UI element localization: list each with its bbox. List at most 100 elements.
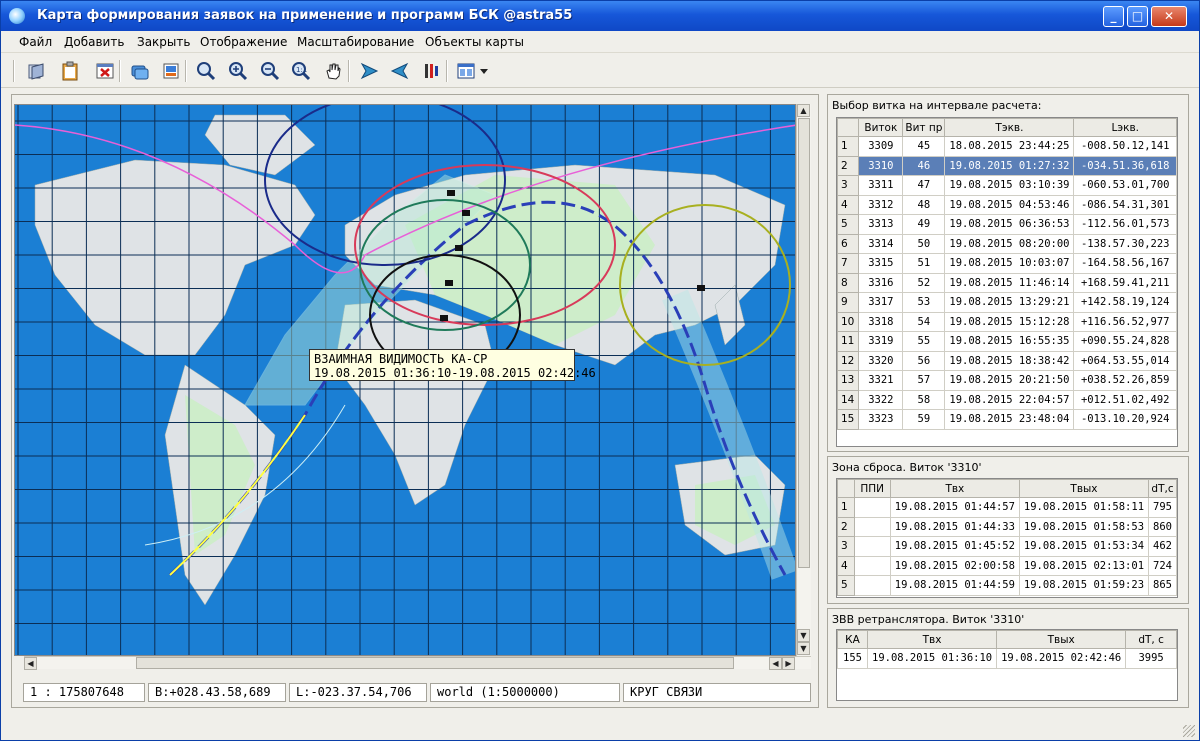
close-button[interactable]: ✕	[1151, 6, 1187, 27]
column-header[interactable]: Lэкв.	[1073, 118, 1177, 137]
clipboard-icon[interactable]	[58, 59, 82, 83]
column-header[interactable]: Виток	[858, 118, 904, 137]
drop-zone-panel: Зона сброса. Виток '3310' ППИ Твх Твых d…	[827, 456, 1189, 604]
horizontal-scroll-thumb[interactable]	[136, 657, 734, 669]
pan-hand-icon[interactable]	[321, 59, 345, 83]
table-row[interactable]: 9 3317 53 19.08.2015 13:29:21 +142.58.19,124	[837, 292, 1177, 313]
column-header[interactable]: Твх	[889, 479, 1020, 498]
layers-icon[interactable]	[128, 59, 152, 83]
table-row[interactable]: 5 3313 49 19.08.2015 06:36:53 -112.56.01,573	[837, 214, 1177, 235]
table-row[interactable]: 2 3310 46 19.08.2015 01:27:32 -034.51.36,618	[837, 155, 1177, 176]
menu-add[interactable]: Добавить	[64, 35, 124, 49]
table-row[interactable]: 1 19.08.2015 01:44:57 19.08.2015 01:58:11 7…	[837, 497, 1177, 518]
table-cell: 3323	[858, 409, 904, 430]
table-cell	[853, 575, 891, 596]
visibility-tooltip: ВЗАИМНАЯ ВИДИМОСТЬ КА-СР 19.08.2015 01:3…	[309, 349, 596, 381]
table-row[interactable]: 11 3319 55 19.08.2015 16:55:35 +090.55.24,82…	[837, 331, 1177, 352]
zoom-out-icon[interactable]	[258, 59, 282, 83]
maximize-button[interactable]: □	[1127, 6, 1148, 27]
table-row[interactable]: 3 19.08.2015 01:45:52 19.08.2015 01:53:34 4…	[837, 536, 1177, 557]
zoom-icon[interactable]	[194, 59, 218, 83]
chevron-down-icon[interactable]	[477, 59, 491, 83]
table-cell	[853, 536, 891, 557]
table-cell: +090.55.24,828	[1073, 331, 1177, 352]
table-row[interactable]: 155 19.08.2015 01:36:10 19.08.2015 02:42:4…	[837, 648, 1177, 669]
arrow-right-icon[interactable]	[357, 59, 381, 83]
export-icon[interactable]	[159, 59, 183, 83]
table-row[interactable]: 10 3318 54 19.08.2015 15:12:28 +116.56.52,97…	[837, 311, 1177, 332]
table-cell: 3995	[1125, 648, 1177, 669]
marker-icon[interactable]	[419, 59, 443, 83]
resize-grip[interactable]	[1183, 725, 1195, 737]
table-cell: 865	[1148, 575, 1177, 596]
table-row[interactable]: 4 19.08.2015 02:00:58 19.08.2015 02:13:01 7…	[837, 555, 1177, 576]
table-row[interactable]: 15 3323 59 19.08.2015 23:48:04 -013.10.20,92…	[837, 409, 1177, 430]
table-cell: 795	[1148, 497, 1177, 518]
column-header[interactable]: КА	[837, 630, 868, 649]
table-cell: 19.08.2015 06:36:53	[944, 214, 1075, 235]
column-header[interactable]: ППИ	[853, 479, 891, 498]
table-cell: 53	[902, 292, 946, 313]
map-horizontal-scrollbar[interactable]: ◀ ◀ ▶	[24, 656, 811, 670]
table-row[interactable]: 3 3311 47 19.08.2015 03:10:39 -060.53.01,700	[837, 175, 1177, 196]
table-row[interactable]: 6 3314 50 19.08.2015 08:20:00 -138.57.30,223	[837, 233, 1177, 254]
menu-view[interactable]: Отображение	[200, 35, 287, 49]
scroll-left-arrow-2[interactable]: ◀	[769, 657, 782, 670]
column-header[interactable]: Тэкв.	[944, 118, 1075, 137]
column-header[interactable]: dT,c	[1148, 479, 1177, 498]
table-cell: 19.08.2015 01:27:32	[944, 155, 1075, 176]
scroll-down-arrow[interactable]: ▼	[797, 629, 810, 642]
column-header[interactable]: Твых	[1018, 479, 1150, 498]
scroll-up-arrow[interactable]: ▲	[797, 104, 810, 117]
scroll-left-arrow[interactable]: ◀	[24, 657, 37, 670]
table-cell: -164.58.56,167	[1073, 253, 1177, 274]
menu-file[interactable]: Файл	[19, 35, 52, 49]
column-header[interactable]: Твх	[866, 630, 998, 649]
row-number: 3	[837, 536, 855, 557]
table-cell: 19.08.2015 23:48:04	[944, 409, 1075, 430]
zoom-in-icon[interactable]	[226, 59, 250, 83]
vertical-scroll-thumb[interactable]	[798, 118, 810, 568]
column-header[interactable]: Твых	[996, 630, 1127, 649]
table-row[interactable]: 4 3312 48 19.08.2015 04:53:46 -086.54.31,301	[837, 194, 1177, 215]
open-icon[interactable]	[24, 59, 48, 83]
zoom-reset-icon[interactable]: 1:1	[289, 59, 313, 83]
table-row[interactable]: 14 3322 58 19.08.2015 22:04:57 +012.51.02,49…	[837, 389, 1177, 410]
close-map-icon[interactable]	[93, 59, 117, 83]
relay-panel-title: ЗВВ ретранслятора. Виток '3310'	[832, 613, 1025, 626]
table-row[interactable]: 2 19.08.2015 01:44:33 19.08.2015 01:58:53 8…	[837, 516, 1177, 537]
scroll-down-arrow-2[interactable]: ▼	[797, 642, 810, 655]
table-row[interactable]: 12 3320 56 19.08.2015 18:38:42 +064.53.55,01…	[837, 350, 1177, 371]
title-bar[interactable]: Карта формирования заявок на применение …	[1, 1, 1199, 31]
menu-close[interactable]: Закрыть	[137, 35, 190, 49]
table-cell: 3313	[858, 214, 904, 235]
panel-layout-icon[interactable]	[454, 59, 478, 83]
table-row[interactable]: 5 19.08.2015 01:44:59 19.08.2015 01:59:23 8…	[837, 575, 1177, 596]
table-row[interactable]: 13 3321 57 19.08.2015 20:21:50 +038.52.26,85…	[837, 370, 1177, 391]
map-vertical-scrollbar[interactable]: ▲ ▼ ▼	[796, 104, 811, 656]
table-row[interactable]: 1 3309 45 18.08.2015 23:44:25 -008.50.12,141	[837, 136, 1177, 157]
toolbar-separator	[119, 60, 121, 82]
menu-map-objects[interactable]: Объекты карты	[425, 35, 524, 49]
table-cell: 19.08.2015 04:53:46	[944, 194, 1075, 215]
table-row[interactable]: 8 3316 52 19.08.2015 11:46:14 +168.59.41,211	[837, 272, 1177, 293]
table-cell: -008.50.12,141	[1073, 136, 1177, 157]
scroll-right-arrow[interactable]: ▶	[782, 657, 795, 670]
table-cell: 3315	[858, 253, 904, 274]
minimize-button[interactable]: _	[1103, 6, 1124, 27]
arrow-left-icon[interactable]	[388, 59, 412, 83]
menu-scale[interactable]: Масштабирование	[297, 35, 414, 49]
table-cell: +116.56.52,977	[1073, 311, 1177, 332]
drop-zone-table-container: ППИ Твх Твых dT,c 1 19.08.2015 01:44:57 19…	[836, 478, 1178, 598]
row-number: 10	[837, 311, 860, 332]
row-number: 6	[837, 233, 860, 254]
row-number: 5	[837, 214, 860, 235]
table-cell: +064.53.55,014	[1073, 350, 1177, 371]
column-header[interactable]: dT, c	[1125, 630, 1177, 649]
column-header[interactable]: Вит пр	[902, 118, 946, 137]
table-cell: 3319	[858, 331, 904, 352]
table-row[interactable]: 7 3315 51 19.08.2015 10:03:07 -164.58.56,167	[837, 253, 1177, 274]
toolbar-grip	[13, 60, 15, 82]
menu-bar: Файл Добавить Закрыть Отображение Масшта…	[1, 31, 1199, 53]
orbit-table-body: 1 3309 45 18.08.2015 23:44:25 -008.50.12,141…	[837, 136, 1177, 430]
